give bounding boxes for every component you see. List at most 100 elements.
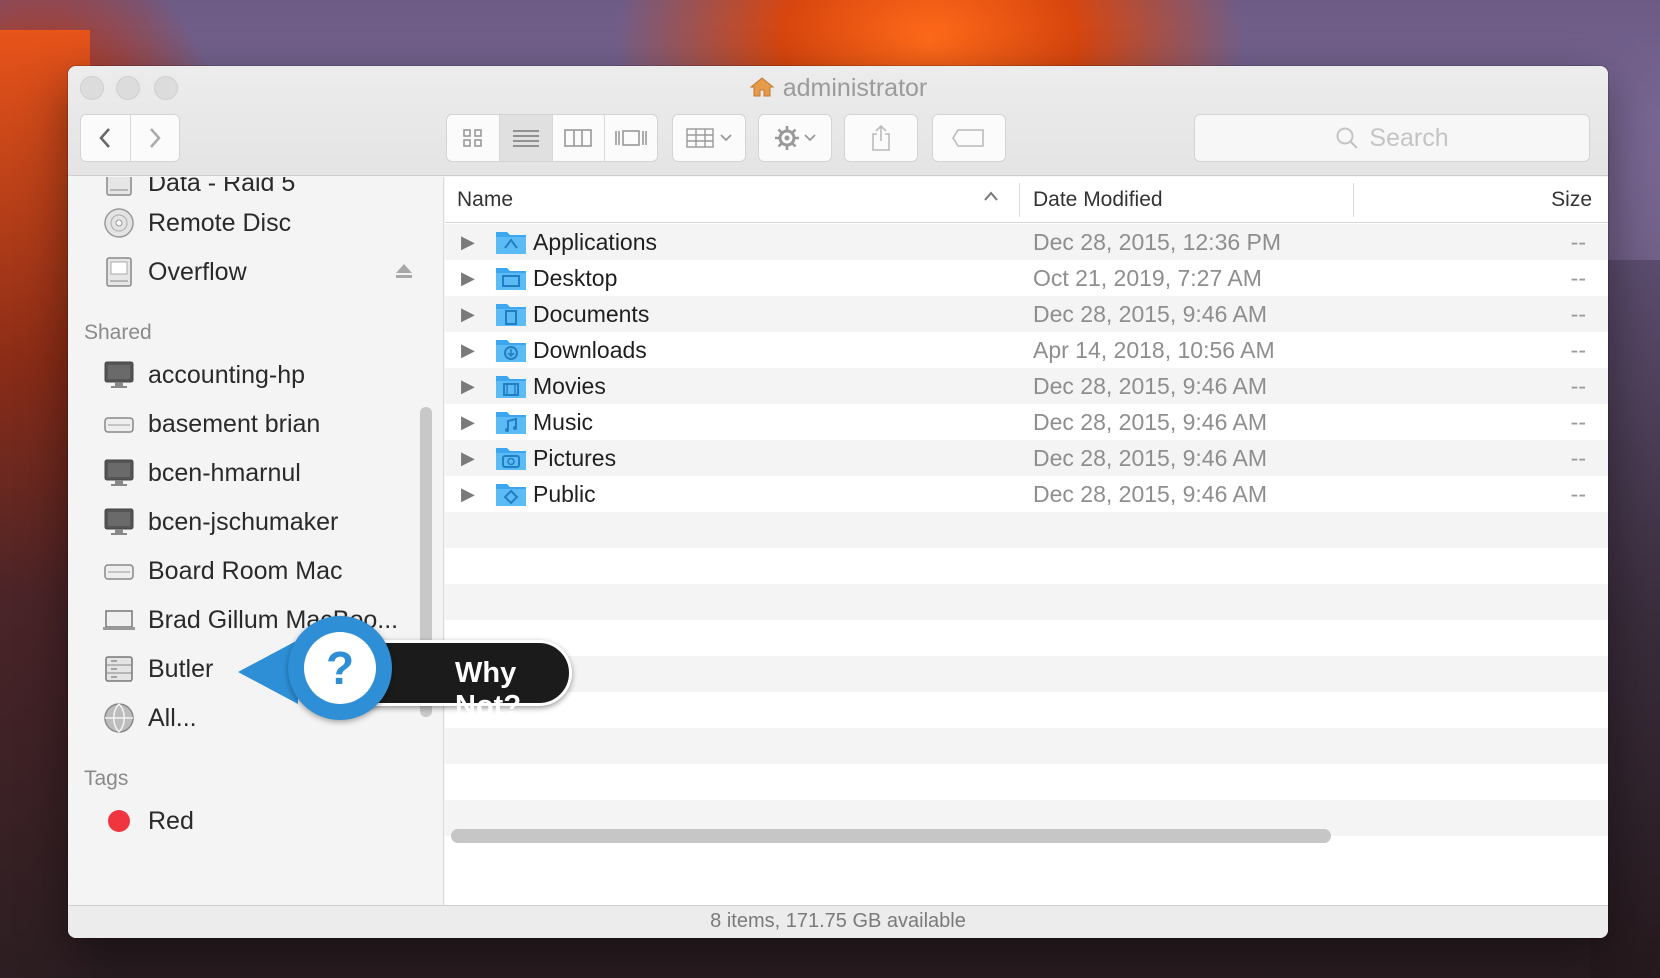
disclosure-triangle-icon[interactable]: ▶	[461, 448, 475, 469]
share-button[interactable]	[844, 114, 918, 162]
table-row[interactable]: ▶ Downloads Apr 14, 2018, 10:56 AM --	[445, 332, 1608, 368]
window-title-area: administrator	[68, 74, 1608, 103]
gear-icon	[775, 126, 799, 150]
search-icon	[1336, 127, 1359, 149]
sidebar-item-board-room-mac[interactable]: Board Room Mac	[102, 549, 343, 593]
sidebar-item-bcen-jschumaker[interactable]: bcen-jschumaker	[102, 500, 338, 544]
public-folder-icon	[496, 484, 526, 506]
sidebar-item-tag-red[interactable]: Red	[102, 799, 194, 843]
file-name: Applications	[533, 228, 658, 255]
chevron-right-icon	[149, 128, 161, 148]
back-button[interactable]	[81, 115, 131, 161]
cover-flow-icon	[615, 130, 647, 146]
list-icon	[512, 130, 539, 147]
column-header-name[interactable]: Name	[457, 188, 513, 212]
table-row[interactable]: ▶ Music Dec 28, 2015, 9:46 AM --	[445, 404, 1608, 440]
horizontal-scrollbar[interactable]	[451, 829, 1331, 843]
table-row[interactable]: ▶ Movies Dec 28, 2015, 9:46 AM --	[445, 368, 1608, 404]
sidebar-item-remote-disc[interactable]: Remote Disc	[102, 201, 291, 245]
external-drive-icon	[102, 255, 136, 289]
file-server-icon	[102, 652, 136, 686]
chevron-left-icon	[99, 128, 111, 148]
gallery-view-button[interactable]	[605, 115, 657, 161]
sidebar-item-label: accounting-hp	[148, 360, 306, 389]
empty-row	[445, 692, 1608, 728]
eject-icon[interactable]	[395, 263, 413, 279]
sidebar-item-all[interactable]: All...	[102, 696, 197, 740]
column-divider[interactable]	[1019, 183, 1020, 217]
sidebar-item-overflow[interactable]: Overflow	[102, 250, 247, 294]
file-size: --	[1570, 480, 1586, 507]
list-header: Name Date Modified Size	[445, 177, 1608, 223]
table-row[interactable]: ▶ Documents Dec 28, 2015, 9:46 AM --	[445, 296, 1608, 332]
movies-folder-icon	[496, 376, 526, 398]
search-field[interactable]: Search	[1194, 114, 1590, 162]
sidebar-item-label: All...	[148, 703, 197, 732]
forward-button[interactable]	[131, 115, 180, 161]
table-row[interactable]: ▶ Pictures Dec 28, 2015, 9:46 AM --	[445, 440, 1608, 476]
action-button[interactable]	[758, 114, 832, 162]
arrange-button[interactable]	[672, 114, 746, 162]
drive-icon	[102, 177, 136, 200]
question-mark-symbol: ?	[304, 632, 376, 704]
tag-button[interactable]	[932, 114, 1006, 162]
sort-ascending-icon	[983, 189, 999, 207]
disclosure-triangle-icon[interactable]: ▶	[461, 376, 475, 397]
table-row[interactable]: ▶ Desktop Oct 21, 2019, 7:27 AM --	[445, 260, 1608, 296]
column-header-size[interactable]: Size	[1551, 188, 1592, 212]
file-date: Oct 21, 2019, 7:27 AM	[1033, 264, 1262, 291]
why-not-callout: Why Not? ?	[238, 612, 578, 732]
monitor-icon	[102, 358, 136, 392]
disclosure-triangle-icon[interactable]: ▶	[461, 484, 475, 505]
column-view-button[interactable]	[553, 115, 606, 161]
list-view-button[interactable]	[499, 115, 553, 161]
laptop-icon	[102, 603, 136, 637]
downloads-folder-icon	[496, 340, 526, 362]
share-icon	[872, 124, 890, 151]
red-tag-dot-icon	[102, 804, 136, 838]
empty-row	[445, 620, 1608, 656]
sidebar-item-label: Data - Raid 5	[148, 177, 296, 197]
file-date: Apr 14, 2018, 10:56 AM	[1033, 336, 1275, 363]
desktop-folder-icon	[496, 268, 526, 290]
disclosure-triangle-icon[interactable]: ▶	[461, 340, 475, 361]
empty-row	[445, 512, 1608, 548]
search-placeholder: Search	[1369, 123, 1449, 152]
music-folder-icon	[496, 412, 526, 434]
empty-row	[445, 656, 1608, 692]
sidebar-item-label: Overflow	[148, 257, 247, 286]
home-icon	[749, 77, 775, 97]
sidebar-item-basement-brian[interactable]: basement brian	[102, 402, 320, 446]
icon-view-button[interactable]	[447, 115, 500, 161]
table-row[interactable]: ▶ Applications Dec 28, 2015, 12:36 PM --	[445, 224, 1608, 260]
file-date: Dec 28, 2015, 9:46 AM	[1033, 372, 1267, 399]
monitor-icon	[102, 456, 136, 490]
disc-icon	[102, 206, 136, 240]
empty-row	[445, 728, 1608, 764]
finder-window: administrator Search Data - Raid 5 Remot…	[68, 66, 1608, 938]
status-bar: 8 items, 171.75 GB available	[68, 905, 1608, 938]
column-divider[interactable]	[1353, 183, 1354, 217]
disclosure-triangle-icon[interactable]: ▶	[461, 268, 475, 289]
table-row[interactable]: ▶ Public Dec 28, 2015, 9:46 AM --	[445, 476, 1608, 512]
pictures-folder-icon	[496, 448, 526, 470]
file-name: Music	[533, 408, 594, 435]
sidebar-item-butler[interactable]: Butler	[102, 647, 213, 691]
nav-buttons	[80, 114, 180, 162]
file-name: Movies	[533, 372, 606, 399]
file-name: Downloads	[533, 336, 647, 363]
view-mode-control	[446, 114, 658, 162]
grid-icon	[463, 129, 482, 147]
disclosure-triangle-icon[interactable]: ▶	[461, 412, 475, 433]
column-header-date[interactable]: Date Modified	[1033, 188, 1163, 212]
disclosure-triangle-icon[interactable]: ▶	[461, 304, 475, 325]
sidebar-item-label: Red	[148, 806, 194, 835]
applications-folder-icon	[496, 232, 526, 254]
file-size: --	[1570, 228, 1586, 255]
sidebar-item-bcen-hmarnul[interactable]: bcen-hmarnul	[102, 451, 301, 495]
titlebar: administrator Search	[68, 66, 1608, 176]
file-name: Pictures	[533, 444, 617, 471]
disclosure-triangle-icon[interactable]: ▶	[461, 232, 475, 253]
sidebar-item-accounting-hp[interactable]: accounting-hp	[102, 353, 305, 397]
file-size: --	[1570, 264, 1586, 291]
